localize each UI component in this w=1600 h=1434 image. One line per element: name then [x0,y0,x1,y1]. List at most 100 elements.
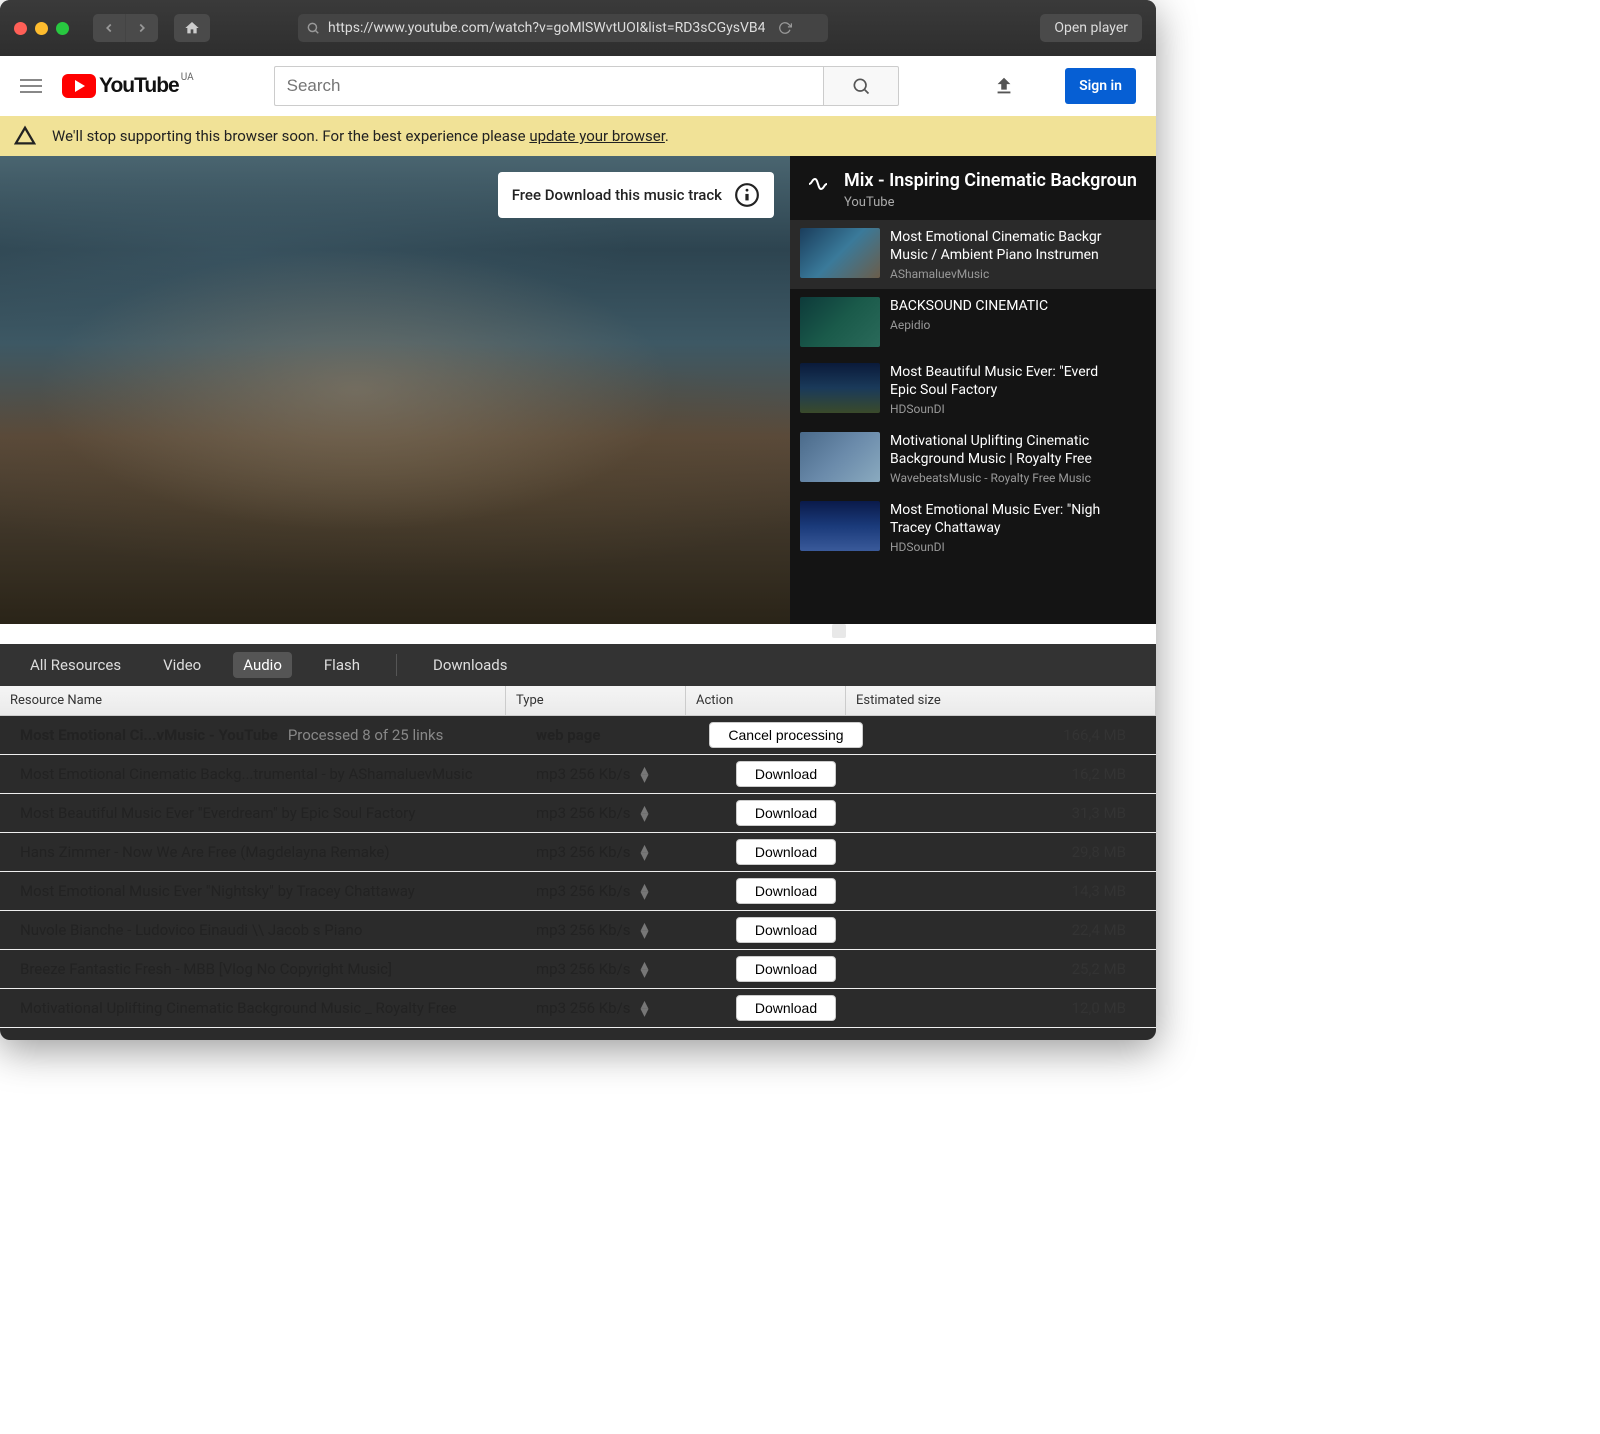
quality-stepper[interactable]: ▴▾ [641,844,649,860]
quality-stepper[interactable]: ▴▾ [641,961,649,977]
playlist-thumbnail [800,501,880,551]
reload-icon [778,21,792,35]
table-row[interactable]: Most Beautiful Music Ever "Everdream" by… [0,794,1156,833]
table-row[interactable]: Most Emotional Music Ever "Nightsky" by … [0,872,1156,911]
download-button[interactable]: Download [736,956,836,982]
download-button[interactable]: Download [736,917,836,943]
playlist-panel: Mix - Inspiring Cinematic Backgroun YouT… [790,156,1156,624]
youtube-brand-text: YouTube [99,74,179,98]
playlist-thumbnail [800,228,880,278]
playlist-item-subtitle: Music / Ambient Piano Instrumen [890,246,1146,264]
download-button[interactable]: Download [736,839,836,865]
playlist-thumbnail [800,432,880,482]
sign-in-button[interactable]: Sign in [1065,68,1136,104]
estimated-size: 29,8 MB [1072,843,1126,861]
quality-stepper[interactable]: ▴▾ [641,922,649,938]
progress-text: Processed 8 of 25 links [288,726,444,744]
menu-button[interactable] [20,75,42,97]
estimated-size: 22,4 MB [1072,921,1126,939]
search-button[interactable] [823,66,899,106]
table-row[interactable]: Most Emotional Cinematic Backg...trument… [0,755,1156,794]
playlist-item-title: Most Emotional Cinematic Backgr [890,228,1146,246]
table-row[interactable]: Breeze Fantastic Fresh - MBB [Vlog No Co… [0,950,1156,989]
back-button[interactable] [93,14,125,42]
home-button[interactable] [174,14,210,42]
playlist-item-subtitle: Background Music | Royalty Free [890,450,1146,468]
download-button[interactable]: Download [736,878,836,904]
table-body: Most Emotional Ci...vMusic - YouTube Pro… [0,716,1156,1028]
table-row[interactable]: Motivational Uplifting Cinematic Backgro… [0,989,1156,1028]
youtube-logo[interactable]: YouTube UA [62,74,194,98]
search-icon [306,21,320,35]
quality-stepper[interactable]: ▴▾ [641,805,649,821]
url-text: https://www.youtube.com/watch?v=goMlSWvt… [328,20,765,36]
quality-stepper[interactable]: ▴▾ [641,1000,649,1016]
download-button[interactable]: Download [736,800,836,826]
playlist-item-subtitle: Tracey Chattaway [890,519,1146,537]
resource-type: mp3 256 Kb/s [536,960,631,978]
cancel-button[interactable]: Cancel processing [709,722,862,748]
close-window-button[interactable] [14,22,27,35]
quality-stepper[interactable]: ▴▾ [641,766,649,782]
playlist-item-author: HDSounDI [890,540,1146,554]
tab-video[interactable]: Video [153,652,211,678]
video-area: Free Download this music track Mix - Ins… [0,156,1156,624]
table-row[interactable]: Nuvole Bianche - Ludovico Einaudi \\ Jac… [0,911,1156,950]
resource-type: mp3 256 Kb/s [536,765,631,783]
resource-type: mp3 256 Kb/s [536,804,631,822]
resource-name: Most Emotional Cinematic Backg...trument… [20,765,473,783]
upload-button[interactable] [993,75,1015,97]
tab-downloads[interactable]: Downloads [423,652,518,678]
playlist-item-author: HDSounDI [890,402,1146,416]
table-row[interactable]: Most Emotional Ci...vMusic - YouTube Pro… [0,716,1156,755]
playlist-header: Mix - Inspiring Cinematic Backgroun YouT… [790,156,1156,220]
banner-text: We'll stop supporting this browser soon.… [52,127,669,145]
resource-name: Most Emotional Ci...vMusic - YouTube [20,726,278,744]
estimated-size: 14,3 MB [1072,882,1126,900]
open-player-button[interactable]: Open player [1040,14,1142,42]
youtube-header: YouTube UA Sign in [0,56,1156,116]
playlist-item[interactable]: Most Emotional Cinematic Backgr Music / … [790,220,1156,289]
playlist-item[interactable]: Motivational Uplifting Cinematic Backgro… [790,424,1156,493]
tab-audio[interactable]: Audio [233,652,292,678]
download-button[interactable]: Download [736,761,836,787]
playlist-item[interactable]: BACKSOUND CINEMATIC Aepidio [790,289,1156,355]
th-size[interactable]: Estimated size [846,686,1156,715]
table-row[interactable]: Hans Zimmer - Now We Are Free (Magdelayn… [0,833,1156,872]
video-player[interactable]: Free Download this music track [0,156,790,624]
playlist-item[interactable]: Most Beautiful Music Ever: "Everd Epic S… [790,355,1156,424]
th-action[interactable]: Action [686,686,846,715]
download-button[interactable]: Download [736,995,836,1021]
playlist-item-title: Most Beautiful Music Ever: "Everd [890,363,1146,381]
separator-bar [0,624,1156,644]
search-icon [851,76,871,96]
mix-icon [806,172,830,196]
estimated-size: 166,4 MB [1063,726,1126,744]
region-label: UA [181,72,194,83]
playlist-item-subtitle: Epic Soul Factory [890,381,1146,399]
resource-name: Motivational Uplifting Cinematic Backgro… [20,999,457,1017]
info-card[interactable]: Free Download this music track [498,172,774,218]
browser-warning-banner: We'll stop supporting this browser soon.… [0,116,1156,156]
reload-button[interactable] [773,17,797,39]
forward-button[interactable] [126,14,158,42]
th-type[interactable]: Type [506,686,686,715]
tab-all-resources[interactable]: All Resources [20,652,131,678]
zoom-window-button[interactable] [56,22,69,35]
resource-name: Breeze Fantastic Fresh - MBB [Vlog No Co… [20,960,392,978]
nav-buttons [93,14,158,42]
quality-stepper[interactable]: ▴▾ [641,883,649,899]
resource-type: mp3 256 Kb/s [536,843,631,861]
address-bar[interactable]: https://www.youtube.com/watch?v=goMlSWvt… [298,14,828,42]
update-browser-link[interactable]: update your browser [529,127,665,145]
minimize-window-button[interactable] [35,22,48,35]
titlebar: https://www.youtube.com/watch?v=goMlSWvt… [0,0,1156,56]
resource-name: Most Beautiful Music Ever "Everdream" by… [20,804,416,822]
search-input[interactable] [274,66,823,106]
playlist-item[interactable]: Most Emotional Music Ever: "Nigh Tracey … [790,493,1156,562]
tab-flash[interactable]: Flash [314,652,370,678]
playlist-title: Mix - Inspiring Cinematic Backgroun [844,170,1137,191]
playlist-item-author: AShamaluevMusic [890,267,1146,281]
upload-icon [993,75,1015,97]
th-name[interactable]: Resource Name [0,686,506,715]
